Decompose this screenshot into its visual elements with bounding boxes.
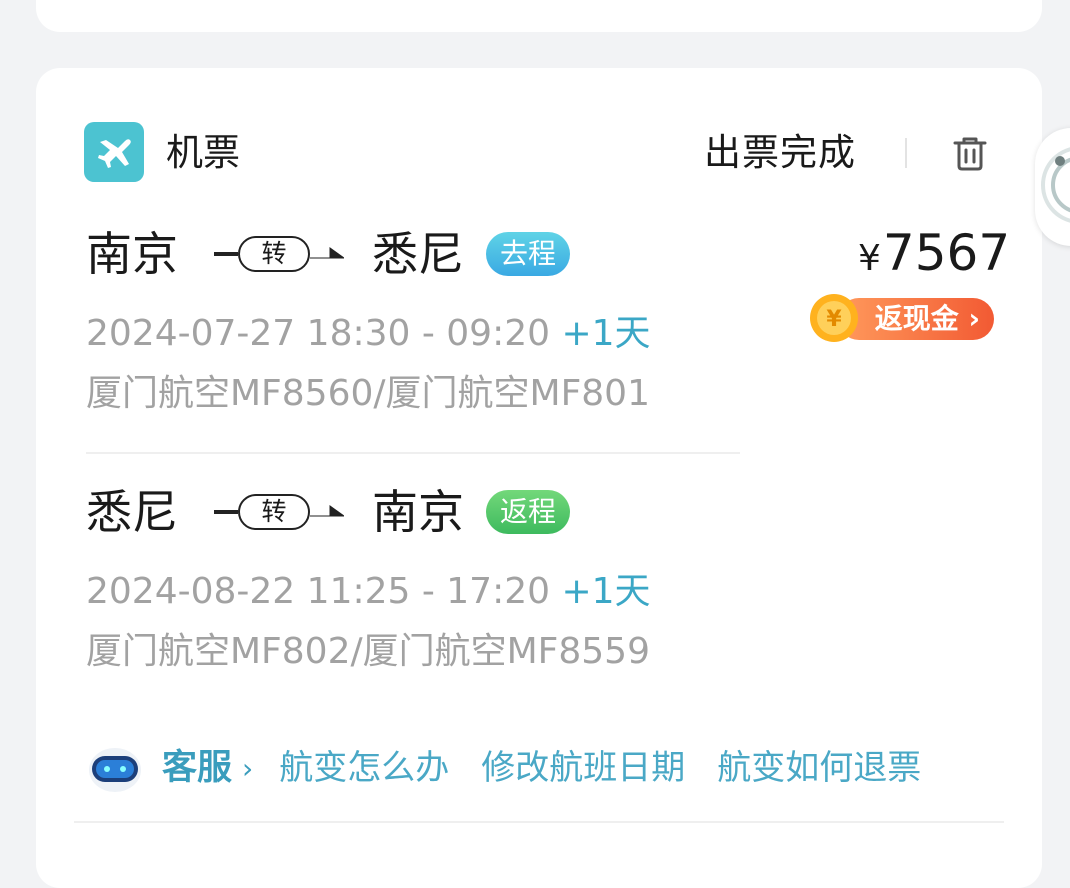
price: ¥7567: [858, 223, 1010, 289]
currency-symbol: ¥: [858, 238, 881, 279]
transfer-connector: 转: [214, 494, 344, 530]
transfer-label: 转: [238, 236, 310, 272]
return-tag: 返程: [486, 490, 570, 534]
cashback-label: 返现金: [874, 302, 959, 335]
arrow-right-icon: [310, 247, 344, 259]
destination-city: 南京: [372, 485, 464, 539]
floating-assistant-icon[interactable]: [1035, 128, 1070, 246]
connector-line: [214, 510, 238, 514]
flight-numbers: 厦门航空MF8560/厦门航空MF801: [86, 373, 650, 414]
origin-city: 悉尼: [86, 485, 178, 539]
outbound-tag: 去程: [486, 232, 570, 276]
chevron-right-icon: ›: [242, 751, 254, 785]
trash-icon[interactable]: [950, 133, 990, 173]
assistant-dot: [1055, 156, 1065, 166]
route-row: 悉尼 转 南京 返程: [86, 482, 570, 542]
order-status: 出票完成: [704, 131, 856, 174]
robot-assistant-icon[interactable]: [86, 740, 144, 796]
arrow-right-icon: [310, 505, 344, 517]
connector-line: [214, 252, 238, 256]
flight-numbers: 厦门航空MF802/厦门航空MF8559: [86, 631, 650, 672]
airplane-icon: [84, 122, 144, 182]
customer-service-link[interactable]: 客服: [162, 746, 232, 790]
destination-city: 悉尼: [372, 227, 464, 281]
segment-divider: [86, 452, 740, 454]
plus-day: +1天: [561, 571, 651, 612]
flight-time: 2024-07-27 18:30 - 09:20 +1天: [86, 312, 651, 356]
svg-text:¥: ¥: [826, 307, 842, 332]
time-range: 2024-07-27 18:30 - 09:20: [86, 313, 551, 354]
help-link-refund[interactable]: 航变如何退票: [717, 746, 921, 790]
transfer-connector: 转: [214, 236, 344, 272]
previous-card: [36, 0, 1042, 32]
header-divider: [905, 138, 907, 168]
transfer-label: 转: [238, 494, 310, 530]
help-link-change-date[interactable]: 修改航班日期: [481, 746, 685, 790]
bottom-divider: [74, 821, 1004, 823]
price-amount: 7567: [882, 224, 1011, 282]
plus-day: +1天: [561, 313, 651, 354]
time-range: 2024-08-22 11:25 - 17:20: [86, 571, 551, 612]
category-title: 机票: [166, 131, 240, 174]
help-link-flight-change[interactable]: 航变怎么办: [279, 746, 449, 790]
flight-time: 2024-08-22 11:25 - 17:20 +1天: [86, 570, 651, 614]
route-row: 南京 转 悉尼 去程: [86, 224, 570, 284]
coin-icon: ¥: [810, 294, 858, 342]
help-row: 客服 › 航变怎么办 修改航班日期 航变如何退票: [86, 740, 953, 796]
cashback-pill: 返现金 ›: [838, 298, 994, 340]
cashback-button[interactable]: 返现金 › ¥: [808, 292, 996, 344]
origin-city: 南京: [86, 227, 178, 281]
